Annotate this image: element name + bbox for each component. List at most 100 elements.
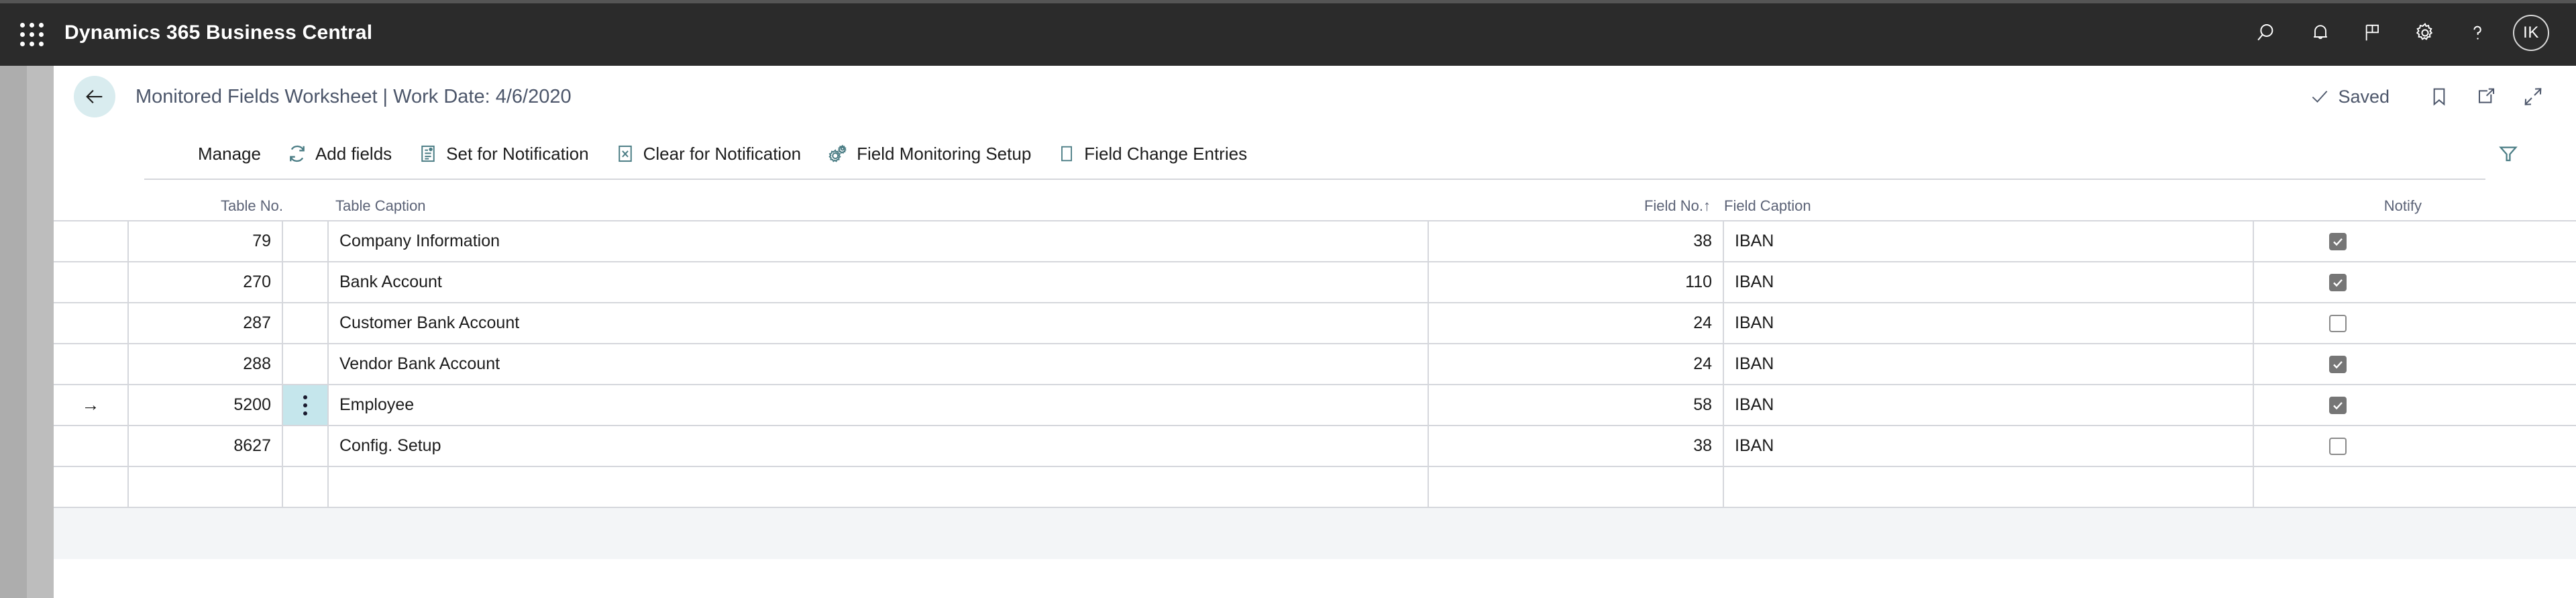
column-header-notify[interactable]: Notify <box>2254 180 2422 220</box>
notify-checkbox[interactable] <box>2329 273 2347 291</box>
row-indicator-cell <box>54 344 129 384</box>
cell-table-no[interactable]: 8627 <box>129 426 283 466</box>
table-row[interactable]: 270 Bank Account 110 IBAN <box>54 262 2576 303</box>
sort-ascending-icon: ↑ <box>1703 197 1711 214</box>
column-header-field-no[interactable]: Field No. ↑ <box>1429 180 1711 220</box>
column-header-field-no-label: Field No. <box>1644 197 1703 214</box>
grid-header-row: Table No. Table Caption Field No. ↑ Field… <box>54 180 2576 220</box>
waffle-grid-icon[interactable] <box>12 15 48 51</box>
row-menu-cell[interactable] <box>283 467 329 507</box>
column-header-table-caption-label: Table Caption <box>335 197 426 214</box>
table-row[interactable]: 8627 Config. Setup 38 IBAN <box>54 426 2576 467</box>
monitored-fields-grid: Table No. Table Caption Field No. ↑ Field… <box>54 180 2576 598</box>
cell-field-no[interactable]: 24 <box>1429 303 1724 343</box>
cell-field-caption[interactable]: IBAN <box>1724 303 2254 343</box>
command-manage[interactable]: Manage <box>184 128 274 180</box>
cell-table-no[interactable]: 287 <box>129 303 283 343</box>
cell-field-caption[interactable]: IBAN <box>1724 344 2254 384</box>
column-header-table-caption[interactable]: Table Caption <box>335 180 617 220</box>
table-row[interactable]: 287 Customer Bank Account 24 IBAN <box>54 303 2576 344</box>
cell-field-no[interactable]: 58 <box>1429 385 1724 425</box>
notify-checkbox[interactable] <box>2329 314 2347 332</box>
cell-table-no[interactable]: 270 <box>129 262 283 302</box>
cell-notify[interactable] <box>2254 262 2422 302</box>
cell-notify[interactable] <box>2254 221 2422 261</box>
page-title: Monitored Fields Worksheet | Work Date: … <box>136 85 572 107</box>
gear-icon[interactable] <box>2399 0 2451 66</box>
cell-notify[interactable] <box>2254 344 2422 384</box>
back-arrow-icon[interactable] <box>74 76 115 117</box>
table-row[interactable]: 288 Vendor Bank Account 24 IBAN <box>54 344 2576 385</box>
cell-field-no[interactable] <box>1429 467 1724 507</box>
row-menu-cell[interactable] <box>283 303 329 343</box>
gears-setup-icon <box>828 144 848 164</box>
cell-field-caption[interactable]: IBAN <box>1724 426 2254 466</box>
cell-field-no[interactable]: 38 <box>1429 221 1724 261</box>
save-status-label: Saved <box>2338 86 2390 107</box>
cell-table-no[interactable]: 79 <box>129 221 283 261</box>
command-clear-for-notification-label: Clear for Notification <box>643 143 802 164</box>
cell-table-no[interactable]: 288 <box>129 344 283 384</box>
cell-table-caption[interactable]: Customer Bank Account <box>329 303 1429 343</box>
table-row[interactable]: → 5200 Employee 58 IBAN <box>54 385 2576 426</box>
app-header-bar: Dynamics 365 Business Central IK <box>0 0 2576 66</box>
row-indicator-cell <box>54 426 129 466</box>
appbar-icon-group: IK <box>2242 0 2553 66</box>
column-header-table-no[interactable]: Table No. <box>129 180 283 220</box>
cell-notify[interactable] <box>2254 467 2422 507</box>
table-row[interactable]: 79 Company Information 38 IBAN <box>54 221 2576 262</box>
notify-checkbox[interactable] <box>2329 437 2347 455</box>
command-set-for-notification[interactable]: Set for Notification <box>405 128 602 180</box>
cell-table-caption[interactable]: Employee <box>329 385 1429 425</box>
notify-checkbox[interactable] <box>2329 396 2347 414</box>
cell-table-caption[interactable]: Config. Setup <box>329 426 1429 466</box>
notify-checkbox[interactable] <box>2329 232 2347 250</box>
document-entries-icon <box>1058 144 1075 163</box>
cell-field-caption[interactable] <box>1724 467 2254 507</box>
checkmark-icon <box>2312 91 2328 103</box>
row-menu-cell[interactable] <box>283 262 329 302</box>
page-title-bar: Monitored Fields Worksheet | Work Date: … <box>54 66 2576 128</box>
cell-notify[interactable] <box>2254 385 2422 425</box>
row-more-menu-icon[interactable] <box>303 395 307 415</box>
command-field-monitoring-setup[interactable]: Field Monitoring Setup <box>814 128 1044 180</box>
cell-notify[interactable] <box>2254 426 2422 466</box>
bookmark-icon[interactable] <box>2420 76 2458 117</box>
cell-field-no[interactable]: 38 <box>1429 426 1724 466</box>
column-header-notify-label: Notify <box>2383 197 2422 214</box>
cell-table-no[interactable] <box>129 467 283 507</box>
notifications-bell-icon[interactable] <box>2294 0 2347 66</box>
cell-table-no[interactable]: 5200 <box>129 385 283 425</box>
cell-field-no[interactable]: 110 <box>1429 262 1724 302</box>
flag-icon[interactable] <box>2347 0 2399 66</box>
page-canvas: Monitored Fields Worksheet | Work Date: … <box>54 66 2576 598</box>
cell-notify[interactable] <box>2254 303 2422 343</box>
collapse-icon[interactable] <box>2514 76 2552 117</box>
row-menu-cell[interactable] <box>283 221 329 261</box>
cell-field-no[interactable]: 24 <box>1429 344 1724 384</box>
command-clear-for-notification[interactable]: Clear for Notification <box>602 128 815 180</box>
search-icon[interactable] <box>2242 0 2294 66</box>
filter-funnel-icon[interactable] <box>2485 128 2532 180</box>
cell-field-caption[interactable]: IBAN <box>1724 385 2254 425</box>
column-header-field-caption[interactable]: Field Caption <box>1724 180 2006 220</box>
cell-table-caption[interactable]: Bank Account <box>329 262 1429 302</box>
set-notification-icon <box>419 144 437 163</box>
cell-field-caption[interactable]: IBAN <box>1724 262 2254 302</box>
cell-table-caption[interactable] <box>329 467 1429 507</box>
cell-table-caption[interactable]: Company Information <box>329 221 1429 261</box>
table-row[interactable] <box>54 467 2576 508</box>
command-manage-label: Manage <box>198 143 261 164</box>
row-menu-cell[interactable] <box>283 344 329 384</box>
row-menu-cell[interactable] <box>283 385 329 425</box>
row-indicator-cell <box>54 303 129 343</box>
row-menu-cell[interactable] <box>283 426 329 466</box>
avatar[interactable]: IK <box>2513 15 2549 51</box>
cell-field-caption[interactable]: IBAN <box>1724 221 2254 261</box>
help-question-icon[interactable] <box>2451 0 2504 66</box>
command-add-fields[interactable]: Add fields <box>274 128 405 180</box>
notify-checkbox[interactable] <box>2329 355 2347 373</box>
open-in-new-window-icon[interactable] <box>2467 76 2505 117</box>
cell-table-caption[interactable]: Vendor Bank Account <box>329 344 1429 384</box>
command-field-change-entries[interactable]: Field Change Entries <box>1044 128 1260 180</box>
